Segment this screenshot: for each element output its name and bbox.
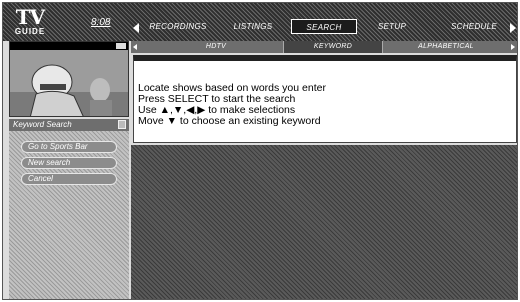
nav-right-arrow-icon[interactable] [510,23,516,33]
new-search-button[interactable]: New search [21,157,117,169]
tab-schedule[interactable]: SCHEDULE [443,19,505,34]
tab-search[interactable]: SEARCH [291,19,357,34]
nav-left-arrow-icon[interactable] [133,23,139,33]
tv-guide-logo: TV GUIDE [9,7,51,39]
search-results-area [131,145,517,299]
instructions-box: Locate shows based on words you enter Pr… [133,55,517,143]
live-tv-preview [9,41,129,117]
sidebar-title: Keyword Search [9,119,129,131]
subtab-right-arrow-icon[interactable] [511,44,515,50]
tab-recordings[interactable]: RECORDINGS [143,19,213,34]
sidebar-scroll-icon[interactable] [118,120,126,129]
logo-tv-text: TV [15,5,45,29]
logo-guide-text: GUIDE [14,27,46,36]
tv-guide-screen: TV GUIDE 8:08 RECORDINGS LISTINGS SEARCH… [2,2,518,300]
cancel-button[interactable]: Cancel [21,173,117,185]
subtab-left-arrow-icon[interactable] [133,44,137,50]
tab-listings[interactable]: LISTINGS [225,19,281,34]
go-to-sports-bar-button[interactable]: Go to Sports Bar [21,141,117,153]
top-nav-bar: TV GUIDE 8:08 RECORDINGS LISTINGS SEARCH… [3,3,517,41]
football-player-image [10,50,128,116]
tab-setup[interactable]: SETUP [371,19,413,34]
sidebar-panel: Go to Sports Bar New search Cancel [9,131,129,299]
instruction-line: Move ▼ to choose an existing keyword [138,115,321,127]
search-subtabs: HDTV KEYWORD ALPHABETICAL [131,41,517,53]
subtab-alphabetical[interactable]: ALPHABETICAL [387,41,505,53]
clock: 8:08 [91,17,111,28]
subtab-keyword[interactable]: KEYWORD [283,41,383,53]
subtab-hdtv[interactable]: HDTV [151,41,281,53]
